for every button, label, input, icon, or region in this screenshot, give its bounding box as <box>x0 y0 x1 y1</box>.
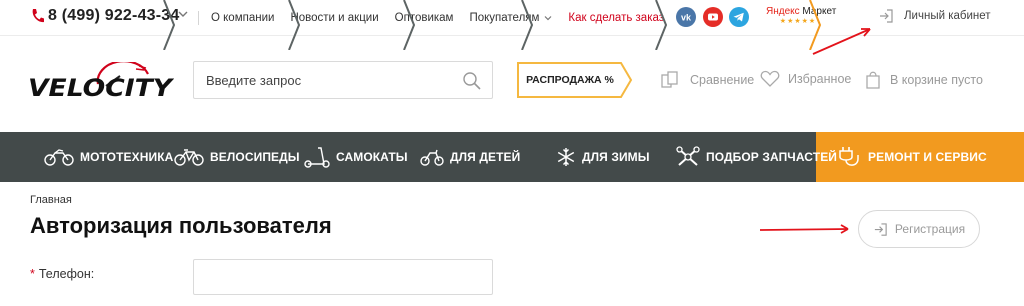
category-moto[interactable]: МОТОТЕХНИКА <box>44 132 173 182</box>
category-divider <box>403 0 416 50</box>
category-divider <box>521 0 534 50</box>
category-label: САМОКАТЫ <box>336 150 408 164</box>
kids-bike-icon <box>420 149 444 166</box>
top-nav-item-news[interactable]: Новости и акции <box>290 12 378 24</box>
search-input[interactable] <box>194 62 444 98</box>
scooter-icon <box>304 147 330 168</box>
svg-text:vk: vk <box>681 13 692 23</box>
register-button[interactable]: Регистрация <box>858 210 980 248</box>
category-label: ДЛЯ ЗИМЫ <box>582 150 650 164</box>
breadcrumb[interactable]: Главная <box>30 194 72 206</box>
required-mark: * <box>30 267 35 281</box>
cabinet-link[interactable]: Личный кабинет <box>878 8 991 24</box>
compare-icon <box>661 71 678 88</box>
favorites-link[interactable]: Избранное <box>760 70 851 88</box>
phone-block[interactable]: 8 (499) 922-43-34 <box>30 7 180 25</box>
breadcrumb-home[interactable]: Главная <box>30 194 72 206</box>
vk-icon[interactable]: vk <box>676 7 696 27</box>
phone-label-text: Телефон: <box>38 267 95 281</box>
page-title: Авторизация пользователя <box>30 213 332 238</box>
telegram-icon[interactable] <box>729 7 749 27</box>
annotation-arrow-register <box>759 228 849 231</box>
category-label: ДЛЯ ДЕТЕЙ <box>450 150 521 164</box>
top-nav-item-about[interactable]: О компании <box>211 12 274 24</box>
category-label: МОТОТЕХНИКА <box>80 150 174 164</box>
category-divider <box>288 0 301 50</box>
category-label: ПОДБОР ЗАПЧАСТЕЙ <box>706 150 838 164</box>
search-icon[interactable] <box>462 71 482 91</box>
sale-label: РАСПРОДАЖА % <box>526 74 614 86</box>
cart-link[interactable]: В корзине пусто <box>864 70 983 90</box>
top-nav-label: О компании <box>211 12 275 24</box>
chevron-down-icon <box>544 16 552 21</box>
search-box <box>193 61 493 99</box>
category-kids[interactable]: ДЛЯ ДЕТЕЙ <box>420 132 520 182</box>
category-divider <box>655 0 668 50</box>
category-divider <box>163 0 176 50</box>
compare-link[interactable]: Сравнение <box>660 70 754 90</box>
top-bar: 8 (499) 922-43-34 О компании Новости и а… <box>0 0 1024 36</box>
motorcycle-icon <box>44 149 74 166</box>
chevron-down-icon[interactable] <box>178 9 188 19</box>
bicycle-icon <box>174 149 204 166</box>
youtube-icon[interactable] <box>703 7 723 27</box>
top-nav-label: Новости и акции <box>290 12 379 24</box>
logo-text: VELOCITY <box>28 74 174 102</box>
heart-icon <box>760 70 780 87</box>
category-parts[interactable]: ПОДБОР ЗАПЧАСТЕЙ <box>676 132 837 182</box>
velocity-logo[interactable]: VELOCITY <box>28 62 174 102</box>
snowflake-icon <box>557 148 575 166</box>
phone-field[interactable] <box>193 259 493 295</box>
top-nav-item-how-to-order[interactable]: Как сделать заказ <box>568 12 664 24</box>
top-nav-label: Как сделать заказ <box>568 12 665 24</box>
phone-field-label: * Телефон: <box>30 267 94 281</box>
top-nav: О компании Новости и акции Оптовикам Пок… <box>198 0 680 36</box>
sale-button[interactable]: РАСПРОДАЖА % <box>517 62 633 98</box>
compare-label: Сравнение <box>690 73 755 87</box>
category-service[interactable]: РЕМОНТ И СЕРВИС <box>836 132 987 182</box>
category-scooters[interactable]: САМОКАТЫ <box>304 132 408 182</box>
divider <box>198 11 199 25</box>
phone-number[interactable]: 8 (499) 922-43-34 <box>48 7 180 25</box>
phone-icon <box>32 9 44 23</box>
yandex-brand: Яндекс <box>766 6 800 17</box>
login-icon <box>880 9 893 23</box>
category-winter[interactable]: ДЛЯ ЗИМЫ <box>556 132 650 182</box>
annotation-arrowhead-register <box>840 224 849 234</box>
cart-label: В корзине пусто <box>890 73 983 87</box>
login-icon <box>874 222 887 236</box>
cabinet-label: Личный кабинет <box>904 10 991 22</box>
plug-icon <box>839 147 859 166</box>
category-bikes[interactable]: ВЕЛОСИПЕДЫ <box>174 132 300 182</box>
wrenches-icon <box>676 146 700 166</box>
favorites-label: Избранное <box>788 72 852 86</box>
category-label: ВЕЛОСИПЕДЫ <box>210 150 300 164</box>
category-label: РЕМОНТ И СЕРВИС <box>868 150 987 164</box>
register-label: Регистрация <box>894 222 966 236</box>
category-divider <box>809 0 822 50</box>
shopping-bag-icon <box>866 71 880 89</box>
top-nav-item-customers[interactable]: Покупателям <box>469 12 552 24</box>
